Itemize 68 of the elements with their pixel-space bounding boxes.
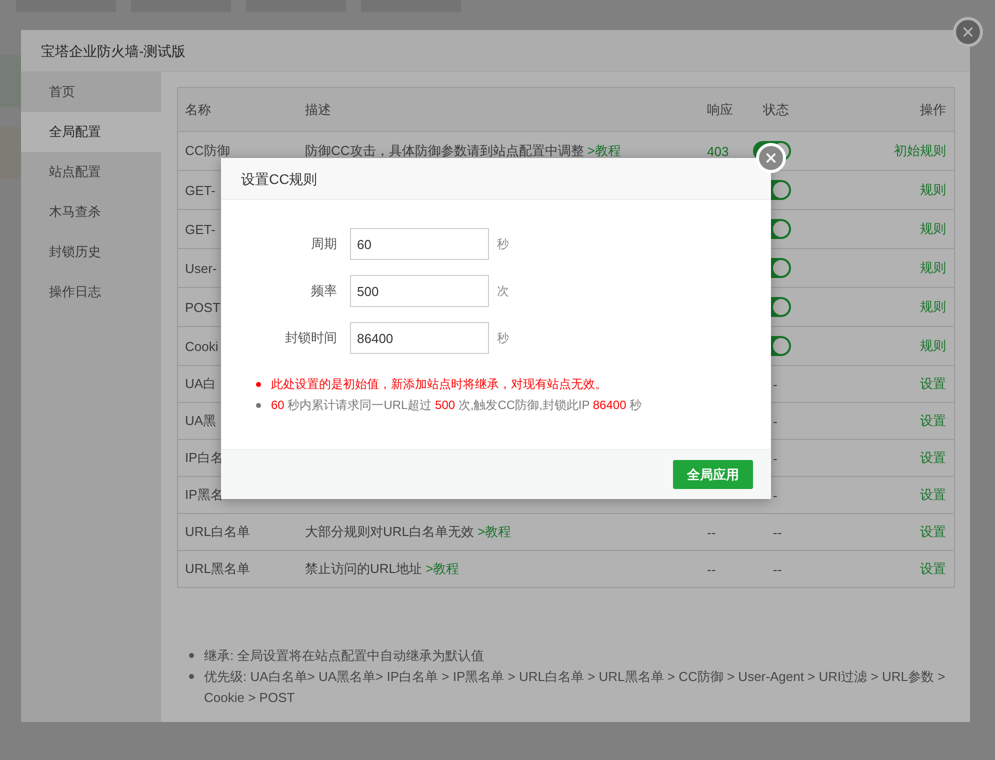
- note-text: 60 秒内累计请求同一URL超过 500 次,触发CC防御,封锁此IP 86400 秒: [271, 397, 642, 414]
- note-text: 此处设置的是初始值，新添加站点时将继承，对现有站点无效。: [271, 376, 607, 393]
- unit-label: 秒: [497, 236, 509, 252]
- tutorial-link[interactable]: >教程: [478, 524, 512, 539]
- field-label: 频率: [310, 282, 337, 300]
- rule-name: Cooki: [185, 338, 218, 354]
- rule-description: 防御CC攻击，具体防御参数请到站点配置中调整 >教程: [305, 143, 621, 158]
- column-header: 响应: [706, 100, 734, 118]
- bullet-icon: [256, 403, 261, 408]
- status-text: -: [772, 488, 778, 502]
- rule-name: POST: [185, 300, 220, 314]
- rule-name: UA白: [185, 376, 216, 391]
- sidebar-item[interactable]: 木马查杀: [21, 192, 161, 232]
- bullet-icon: [189, 653, 194, 658]
- action-link[interactable]: 规则: [920, 260, 946, 275]
- rule-name: UA黑: [185, 413, 216, 428]
- column-header: 名称: [184, 100, 212, 118]
- apply-button[interactable]: 全局应用: [673, 460, 753, 489]
- response-code: 403: [707, 144, 729, 158]
- unit-label: 秒: [497, 330, 509, 346]
- status-text: --: [772, 524, 782, 540]
- rule-name: CC防御: [185, 143, 230, 158]
- action-link[interactable]: 设置: [920, 487, 946, 502]
- sidebar-item[interactable]: 站点配置: [21, 152, 161, 192]
- column-header: 操作: [919, 100, 947, 118]
- action-link[interactable]: 设置: [920, 413, 946, 428]
- rule-name: GET-: [185, 222, 216, 236]
- bullet-icon: [256, 382, 261, 387]
- note-text: 优先级: UA白名单> UA黑名单> IP白名单 > IP黑名单 > URL白名单 > URL黑名单 > CC防御 > User-Agent > URI过滤 > URL参数 > Cookie > POST: [204, 668, 946, 707]
- action-link[interactable]: 初始规则: [894, 143, 946, 158]
- note-text: 继承: 全局设置将在站点配置中自动继承为默认值: [204, 647, 484, 665]
- action-link[interactable]: 规则: [920, 182, 946, 197]
- sidebar-item[interactable]: 操作日志: [21, 272, 161, 312]
- response-code: --: [707, 524, 716, 540]
- action-link[interactable]: 设置: [920, 450, 946, 465]
- action-link[interactable]: 设置: [920, 561, 946, 576]
- tutorial-link[interactable]: >教程: [426, 561, 460, 576]
- sidebar-item[interactable]: 全局配置: [21, 112, 161, 152]
- sidebar-item[interactable]: 封锁历史: [21, 232, 161, 272]
- window-title: 宝塔企业防火墙-测试版: [21, 30, 970, 72]
- sidebar-item[interactable]: 首页: [21, 72, 161, 112]
- status-text: --: [772, 562, 782, 576]
- dialog-title: 设置CC规则: [241, 171, 318, 187]
- tutorial-link[interactable]: >教程: [587, 143, 621, 158]
- rule-name: GET-: [185, 182, 216, 198]
- bullet-icon: [189, 674, 194, 679]
- response-code: --: [707, 562, 716, 576]
- status-text: -: [772, 450, 778, 466]
- unit-label: 次: [497, 282, 509, 300]
- input-field[interactable]: 500: [350, 275, 489, 307]
- action-link[interactable]: 设置: [920, 376, 946, 391]
- field-label: 周期: [310, 235, 337, 253]
- column-header: 描述: [304, 100, 332, 118]
- action-link[interactable]: 规则: [920, 221, 946, 236]
- rule-name: User-: [185, 260, 217, 276]
- status-text: -: [772, 414, 778, 428]
- rule-name: URL白名单: [185, 524, 250, 539]
- input-field[interactable]: 60: [350, 228, 489, 260]
- action-link[interactable]: 设置: [920, 524, 946, 539]
- action-link[interactable]: 规则: [920, 338, 946, 353]
- rule-description: 禁止访问的URL地址 >教程: [305, 561, 460, 576]
- status-text: -: [772, 376, 778, 392]
- rule-description: 大部分规则对URL白名单无效 >教程: [305, 524, 512, 539]
- input-field[interactable]: 86400: [350, 322, 489, 354]
- column-header: 状态: [762, 100, 790, 118]
- rule-name: URL黑名单: [185, 561, 250, 576]
- field-label: 封锁时间: [284, 329, 337, 347]
- action-link[interactable]: 规则: [920, 299, 946, 314]
